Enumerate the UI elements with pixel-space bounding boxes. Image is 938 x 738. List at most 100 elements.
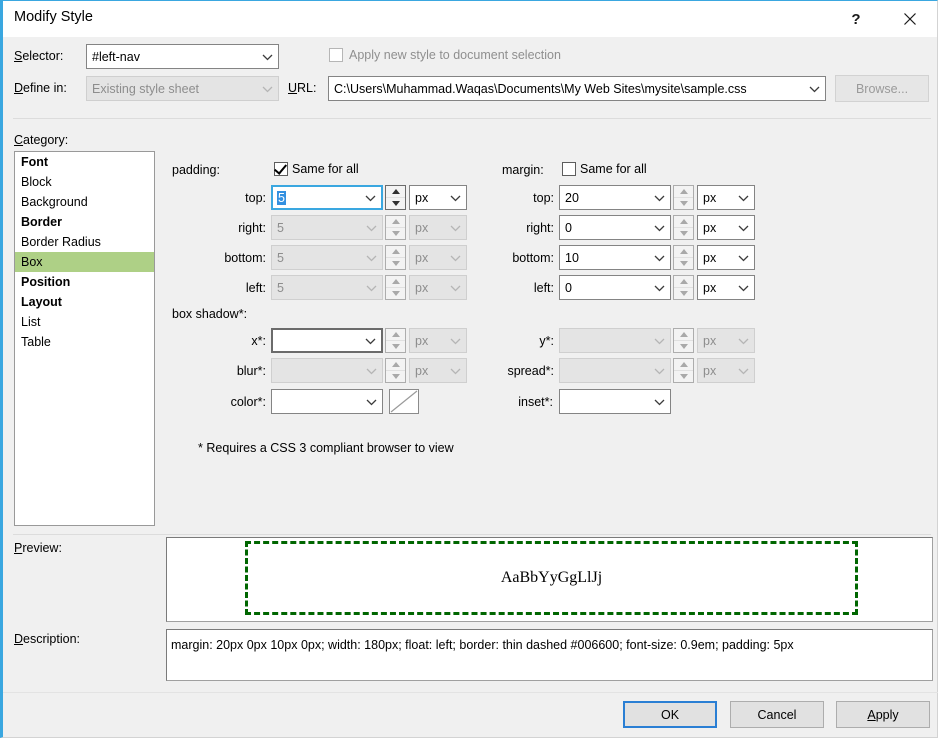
apply-new-style-checkbox[interactable] xyxy=(329,48,343,62)
spinner-up-icon[interactable] xyxy=(674,359,693,371)
margin-label: margin: xyxy=(502,163,544,177)
box-shadow-spread-combo[interactable] xyxy=(559,358,671,383)
margin-left-unit-combo[interactable]: px xyxy=(697,275,755,300)
spinner-down-icon[interactable] xyxy=(674,371,693,382)
description-pane[interactable]: margin: 20px 0px 10px 0px; width: 180px;… xyxy=(166,629,933,681)
spinner-up-icon[interactable] xyxy=(386,246,405,258)
box-shadow-y-unit-combo[interactable]: px xyxy=(697,328,755,353)
box-shadow-blur-combo[interactable] xyxy=(271,358,383,383)
spinner-up-icon[interactable] xyxy=(674,276,693,288)
close-icon[interactable] xyxy=(887,1,933,37)
category-item-position[interactable]: Position xyxy=(15,272,154,292)
spinner-up-icon[interactable] xyxy=(386,186,405,198)
spinner-down-icon[interactable] xyxy=(386,228,405,239)
margin-right-spinner[interactable] xyxy=(673,215,694,240)
margin-top-unit-combo[interactable]: px xyxy=(697,185,755,210)
url-combo[interactable]: C:\Users\Muhammad.Waqas\Documents\My Web… xyxy=(328,76,826,101)
category-item-box[interactable]: Box xyxy=(15,252,154,272)
apply-label: Apply xyxy=(867,707,899,722)
ok-label: OK xyxy=(660,707,680,722)
margin-bottom-combo[interactable]: 10 xyxy=(559,245,671,270)
box-shadow-y-unit: px xyxy=(703,333,717,348)
padding-bottom-combo[interactable]: 5 xyxy=(271,245,383,270)
padding-top-combo[interactable]: 5 xyxy=(271,185,383,210)
selector-combo[interactable]: #left-nav xyxy=(86,44,279,69)
box-shadow-spread-unit-combo[interactable]: px xyxy=(697,358,755,383)
spinner-down-icon[interactable] xyxy=(386,258,405,269)
box-shadow-spread-spinner[interactable] xyxy=(673,358,694,383)
margin-right-unit: px xyxy=(703,220,717,235)
box-shadow-inset-combo[interactable] xyxy=(559,389,671,414)
help-icon[interactable]: ? xyxy=(833,1,879,37)
margin-left-spinner[interactable] xyxy=(673,275,694,300)
box-shadow-color-combo[interactable] xyxy=(271,389,383,414)
box-shadow-inset-label: inset*: xyxy=(518,395,553,409)
margin-right-combo[interactable]: 0 xyxy=(559,215,671,240)
category-item-list[interactable]: List xyxy=(15,312,154,332)
margin-right-unit-combo[interactable]: px xyxy=(697,215,755,240)
box-shadow-x-combo[interactable] xyxy=(271,328,383,353)
margin-left-combo[interactable]: 0 xyxy=(559,275,671,300)
spinner-up-icon[interactable] xyxy=(386,359,405,371)
spinner-down-icon[interactable] xyxy=(386,288,405,299)
window-title: Modify Style xyxy=(14,9,93,25)
box-shadow-blur-spinner[interactable] xyxy=(385,358,406,383)
padding-same-for-all-checkbox[interactable] xyxy=(273,161,288,176)
spinner-up-icon[interactable] xyxy=(386,216,405,228)
margin-bottom-unit-combo[interactable]: px xyxy=(697,245,755,270)
box-shadow-y-spinner[interactable] xyxy=(673,328,694,353)
margin-right-value: 0 xyxy=(565,220,572,235)
category-item-layout[interactable]: Layout xyxy=(15,292,154,312)
margin-bottom-spinner[interactable] xyxy=(673,245,694,270)
margin-top-combo[interactable]: 20 xyxy=(559,185,671,210)
spinner-down-icon[interactable] xyxy=(674,341,693,352)
color-swatch-none-icon[interactable] xyxy=(389,389,419,414)
padding-right-value: 5 xyxy=(277,220,284,235)
category-item-table[interactable]: Table xyxy=(15,332,154,352)
category-item-border-radius[interactable]: Border Radius xyxy=(15,232,154,252)
spinner-down-icon[interactable] xyxy=(386,198,405,209)
chevron-down-icon xyxy=(732,254,754,262)
spinner-up-icon[interactable] xyxy=(674,216,693,228)
define-in-value: Existing style sheet xyxy=(92,81,199,96)
margin-top-spinner[interactable] xyxy=(673,185,694,210)
category-item-font[interactable]: Font xyxy=(15,152,154,172)
spinner-down-icon[interactable] xyxy=(386,371,405,382)
category-item-block[interactable]: Block xyxy=(15,172,154,192)
padding-bottom-spinner[interactable] xyxy=(385,245,406,270)
category-item-border[interactable]: Border xyxy=(15,212,154,232)
margin-same-for-all-checkbox[interactable] xyxy=(562,162,576,176)
box-shadow-x-spinner[interactable] xyxy=(385,328,406,353)
spinner-up-icon[interactable] xyxy=(386,276,405,288)
category-item-background[interactable]: Background xyxy=(15,192,154,212)
apply-button[interactable]: Apply xyxy=(836,701,930,728)
spinner-down-icon[interactable] xyxy=(674,198,693,209)
spinner-down-icon[interactable] xyxy=(674,288,693,299)
chevron-down-icon xyxy=(256,53,278,61)
css3-footnote: * Requires a CSS 3 compliant browser to … xyxy=(198,441,454,455)
spinner-down-icon[interactable] xyxy=(674,228,693,239)
padding-left-combo[interactable]: 5 xyxy=(271,275,383,300)
box-shadow-y-combo[interactable] xyxy=(559,328,671,353)
spinner-up-icon[interactable] xyxy=(386,329,405,341)
define-in-combo[interactable]: Existing style sheet xyxy=(86,76,279,101)
cancel-button[interactable]: Cancel xyxy=(730,701,824,728)
spinner-down-icon[interactable] xyxy=(386,341,405,352)
padding-right-spinner[interactable] xyxy=(385,215,406,240)
spinner-down-icon[interactable] xyxy=(674,258,693,269)
margin-left-label: left: xyxy=(533,281,554,295)
margin-top-value: 20 xyxy=(565,190,579,205)
padding-top-spinner[interactable] xyxy=(385,185,406,210)
spinner-up-icon[interactable] xyxy=(674,246,693,258)
browse-button[interactable]: Browse... xyxy=(835,75,929,102)
modify-style-dialog: Modify Style ? Selector: #left-nav Defin… xyxy=(0,0,938,738)
margin-top-label: top: xyxy=(533,191,554,205)
spinner-up-icon[interactable] xyxy=(674,329,693,341)
padding-left-spinner[interactable] xyxy=(385,275,406,300)
category-listbox[interactable]: Font Block Background Border Border Radius Bo… xyxy=(14,151,155,526)
padding-right-combo[interactable]: 5 xyxy=(271,215,383,240)
margin-bottom-value: 10 xyxy=(565,250,579,265)
ok-button[interactable]: OK xyxy=(623,701,717,728)
padding-right-label: right: xyxy=(238,221,266,235)
spinner-up-icon[interactable] xyxy=(674,186,693,198)
